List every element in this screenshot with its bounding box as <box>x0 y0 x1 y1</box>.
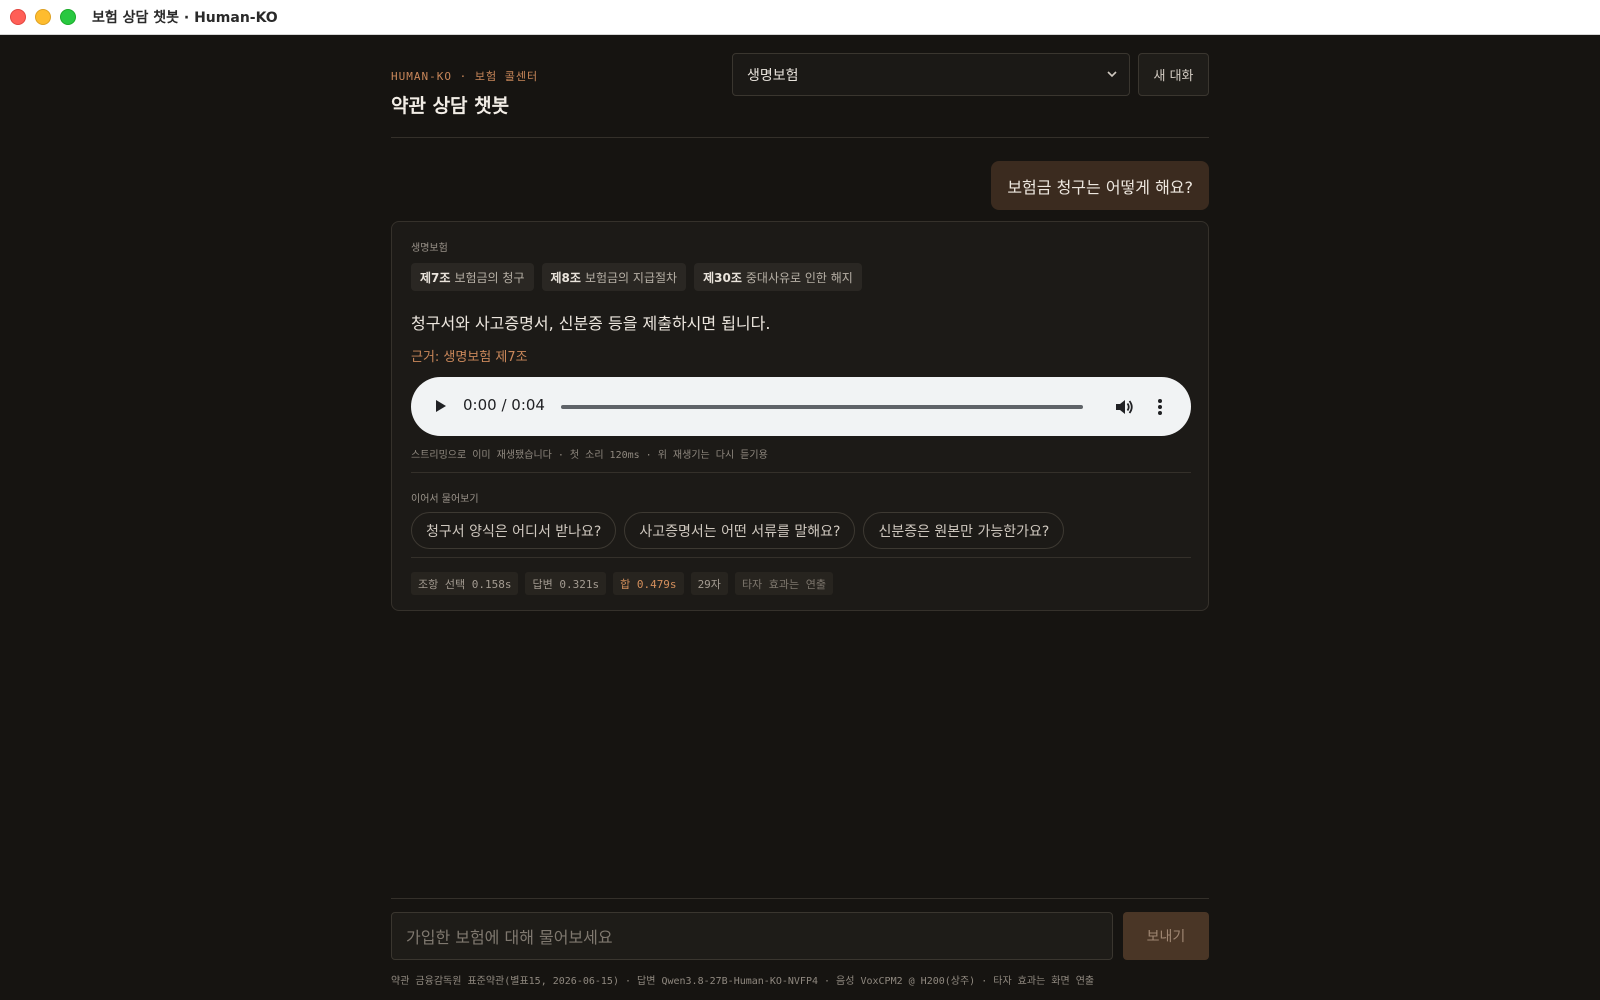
clause-chip[interactable]: 제7조 보험금의 청구 <box>411 263 534 291</box>
answer-product-label: 생명보험 <box>411 243 448 254</box>
zoom-window-button[interactable] <box>60 9 76 25</box>
composer-divider <box>391 898 1209 899</box>
clause-number: 제30조 <box>703 270 742 285</box>
metric-note: 타자 효과는 연출 <box>734 572 834 595</box>
conversation: 보험금 청구는 어떻게 해요? 생명보험 제7조 보험금의 청구 제8조 보험금… <box>391 35 1209 615</box>
follow-up-button[interactable]: 신분증은 원본만 가능한가요? <box>863 512 1065 549</box>
window-controls <box>10 9 76 25</box>
metrics-row: 조항 선택 0.158s 답변 0.321s 합 0.479s 29자 타자 효… <box>411 572 834 595</box>
window-title: 보험 상담 챗봇 · Human-KO <box>92 10 278 26</box>
divider <box>411 472 1191 473</box>
user-message: 보험금 청구는 어떻게 해요? <box>991 161 1209 210</box>
metric-select-time: 조항 선택 0.158s <box>411 572 519 595</box>
clause-title: 중대사유로 인한 해지 <box>745 270 853 285</box>
metric-answer-time: 답변 0.321s <box>525 572 607 595</box>
clause-title: 보험금의 지급절차 <box>584 270 678 285</box>
clause-title: 보험금의 청구 <box>454 270 525 285</box>
send-button[interactable]: 보내기 <box>1123 912 1209 960</box>
divider <box>411 557 1191 558</box>
minimize-window-button[interactable] <box>35 9 51 25</box>
question-input[interactable]: 가입한 보험에 대해 물어보세요 <box>391 912 1113 960</box>
volume-icon[interactable] <box>1113 396 1135 418</box>
more-vert-icon[interactable] <box>1149 396 1171 418</box>
audio-time: 0:00 / 0:04 <box>463 396 545 414</box>
window-titlebar: 보험 상담 챗봇 · Human-KO <box>0 0 1600 35</box>
clause-chip[interactable]: 제8조 보험금의 지급절차 <box>541 263 687 291</box>
app-main: HUMAN-KO · 보험 콜센터 약관 상담 챗봇 생명보험 새 대화 보험금… <box>0 35 1600 1000</box>
metric-char-count: 29자 <box>690 572 728 595</box>
follow-up-list: 청구서 양식은 어디서 받나요? 사고증명서는 어떤 서류를 말해요? 신분증은… <box>411 512 1065 549</box>
clause-number: 제7조 <box>420 270 451 285</box>
metric-total-time: 합 0.479s <box>613 572 684 595</box>
clause-chip[interactable]: 제30조 중대사유로 인한 해지 <box>694 263 862 291</box>
clause-number: 제8조 <box>550 270 581 285</box>
footer-info: 약관 금융감독원 표준약관(별표15, 2026-06-15) · 답변 Qwe… <box>391 976 1095 987</box>
answer-card: 생명보험 제7조 보험금의 청구 제8조 보험금의 지급절차 제30조 중대사유… <box>391 221 1209 611</box>
audio-progress-track[interactable] <box>561 405 1083 409</box>
stream-note: 스트리밍으로 이미 재생됐습니다 · 첫 소리 120ms · 위 재생기는 다… <box>411 450 768 461</box>
close-window-button[interactable] <box>10 9 26 25</box>
answer-text: 청구서와 사고증명서, 신분증 등을 제출하시면 됩니다. <box>411 314 771 333</box>
follow-up-button[interactable]: 사고증명서는 어떤 서류를 말해요? <box>624 512 856 549</box>
play-icon[interactable] <box>431 397 449 415</box>
clause-chips: 제7조 보험금의 청구 제8조 보험금의 지급절차 제30조 중대사유로 인한 … <box>411 263 862 291</box>
audio-player[interactable]: 0:00 / 0:04 <box>411 377 1191 436</box>
evidence-label: 근거: 생명보험 제7조 <box>411 350 528 365</box>
follow-up-button[interactable]: 청구서 양식은 어디서 받나요? <box>411 512 617 549</box>
follow-up-label: 이어서 물어보기 <box>411 494 479 505</box>
